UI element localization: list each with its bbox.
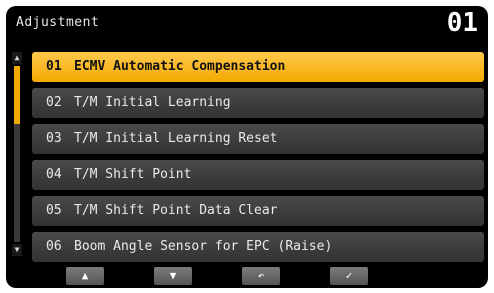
confirm-button[interactable]: ✓	[330, 267, 368, 285]
menu-item-number: 02	[46, 95, 62, 110]
menu-item-04[interactable]: 04 T/M Shift Point	[32, 160, 484, 190]
page-number: 01	[446, 8, 478, 38]
menu-item-number: 06	[46, 239, 62, 254]
triangle-down-icon: ▼	[169, 269, 177, 282]
menu-item-label: Boom Angle Sensor for EPC (Raise)	[74, 239, 333, 254]
menu-item-label: T/M Initial Learning Reset	[74, 131, 278, 146]
monitor-screen: Adjustment 01 ▲ ▼ 01 ECMV Automatic Compe…	[6, 6, 488, 288]
menu-item-number: 01	[46, 59, 62, 74]
menu-item-01[interactable]: 01 ECMV Automatic Compensation	[32, 52, 484, 82]
menu-item-label: T/M Initial Learning	[74, 95, 231, 110]
menu-item-label: T/M Shift Point Data Clear	[74, 203, 278, 218]
footer-button-bar: ▲ ▼ ↶ ✓	[6, 262, 488, 288]
page-title: Adjustment	[16, 15, 100, 30]
triangle-up-icon: ▲	[81, 269, 89, 282]
menu-item-number: 04	[46, 167, 62, 182]
back-button[interactable]: ↶	[242, 267, 280, 285]
up-button[interactable]: ▲	[66, 267, 104, 285]
scroll-down-icon[interactable]: ▼	[12, 244, 22, 256]
menu-item-number: 05	[46, 203, 62, 218]
scroll-track[interactable]	[14, 66, 20, 242]
menu-item-05[interactable]: 05 T/M Shift Point Data Clear	[32, 196, 484, 226]
scroll-thumb[interactable]	[14, 66, 20, 124]
return-arrow-icon: ↶	[257, 269, 265, 282]
scrollbar[interactable]: ▲ ▼	[12, 52, 22, 256]
header: Adjustment 01	[6, 6, 488, 40]
menu-item-03[interactable]: 03 T/M Initial Learning Reset	[32, 124, 484, 154]
scroll-up-icon[interactable]: ▲	[12, 52, 22, 64]
menu-item-number: 03	[46, 131, 62, 146]
menu-item-02[interactable]: 02 T/M Initial Learning	[32, 88, 484, 118]
down-button[interactable]: ▼	[154, 267, 192, 285]
menu-item-06[interactable]: 06 Boom Angle Sensor for EPC (Raise)	[32, 232, 484, 262]
menu-item-label: ECMV Automatic Compensation	[74, 59, 286, 74]
menu-item-label: T/M Shift Point	[74, 167, 192, 182]
checkmark-icon: ✓	[345, 269, 353, 282]
